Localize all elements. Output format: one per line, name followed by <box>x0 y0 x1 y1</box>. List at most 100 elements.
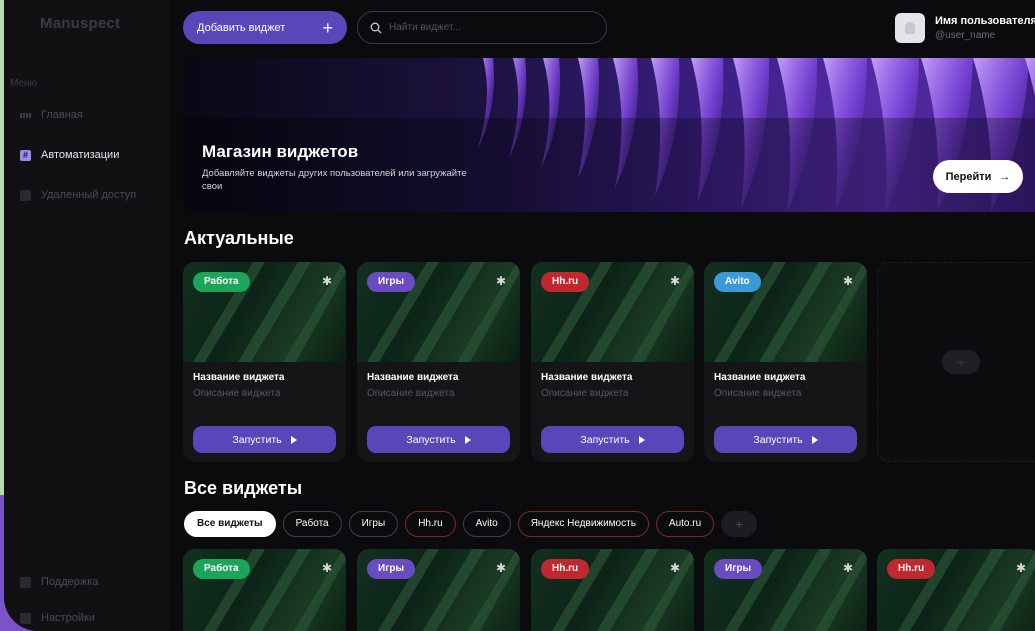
filter-chip-auto[interactable]: Auto.ru <box>655 511 715 537</box>
filter-chip-avito[interactable]: Avito <box>462 511 511 537</box>
avatar <box>895 13 925 43</box>
widget-card: Игры ✱ <box>357 549 520 631</box>
user-handle: @user_name <box>935 30 996 41</box>
add-widget-card[interactable]: + <box>877 262 1035 462</box>
run-button[interactable]: Запустить <box>367 426 510 453</box>
card-image: Работа ✱ <box>183 262 346 362</box>
sidebar-item-remote-access[interactable]: Удаленный доступ <box>20 189 136 201</box>
run-label: Запустить <box>232 433 282 446</box>
sidebar-item-label: Главная <box>41 109 83 121</box>
card-image: Игры ✱ <box>357 262 520 362</box>
category-tag[interactable]: Работа <box>193 272 250 292</box>
gear-icon[interactable]: ✱ <box>1016 562 1026 574</box>
settings-icon <box>20 612 31 624</box>
card-image: Hh.ru ✱ <box>531 262 694 362</box>
go-to-store-button[interactable]: Перейти → <box>933 160 1023 193</box>
app-window: Manuspect Меню Главная # Автоматизации У… <box>4 0 1035 631</box>
widget-description: Описание виджета <box>193 388 281 399</box>
play-icon <box>464 435 471 444</box>
category-tag[interactable]: Hh.ru <box>541 272 590 292</box>
run-button[interactable]: Запустить <box>541 426 684 453</box>
widget-card: Игры ✱ <box>704 549 867 631</box>
play-icon <box>811 435 818 444</box>
gear-icon[interactable]: ✱ <box>322 275 332 287</box>
search-input[interactable] <box>389 22 589 33</box>
sidebar-item-settings[interactable]: Настройки <box>20 612 95 624</box>
search-bar[interactable] <box>357 11 607 44</box>
widget-description: Описание виджета <box>541 388 629 399</box>
add-widget-label: Добавить виджет <box>197 21 286 34</box>
sidebar-item-support[interactable]: Поддержка <box>20 576 98 588</box>
play-icon <box>290 435 297 444</box>
filter-chip-games[interactable]: Игры <box>348 511 399 537</box>
sidebar-item-label: Удаленный доступ <box>41 189 137 201</box>
widget-name: Название виджета <box>714 372 806 383</box>
remote-icon <box>20 189 31 201</box>
category-tag[interactable]: Hh.ru <box>887 559 936 579</box>
gear-icon[interactable]: ✱ <box>322 562 332 574</box>
play-icon <box>638 435 645 444</box>
widget-card: Hh.ru ✱ <box>877 549 1035 631</box>
sidebar-item-automations[interactable]: # Автоматизации <box>20 149 119 161</box>
section-title-actual: Актуальные <box>184 228 294 248</box>
filter-chip-yandex-realty[interactable]: Яндекс Недвижимость <box>517 511 649 537</box>
add-filter-button[interactable]: + <box>721 511 758 537</box>
app-logo: Manuspect <box>40 15 121 32</box>
arrow-right-icon: → <box>999 170 1011 183</box>
sidebar-item-label: Настройки <box>41 612 95 624</box>
gear-icon[interactable]: ✱ <box>670 562 680 574</box>
banner-description: Добавляйте виджеты других пользователей … <box>202 168 467 192</box>
gear-icon[interactable]: ✱ <box>843 562 853 574</box>
widget-card: Работа ✱ <box>183 549 346 631</box>
category-tag[interactable]: Игры <box>367 559 416 579</box>
widget-card: Avito ✱ Название виджета Описание виджет… <box>704 262 867 462</box>
go-button-label: Перейти <box>945 170 992 183</box>
run-label: Запустить <box>406 433 456 446</box>
user-name: Имя пользователя <box>935 15 1035 27</box>
card-image: Игры ✱ <box>357 549 520 631</box>
widget-card: Hh.ru ✱ Название виджета Описание виджет… <box>531 262 694 462</box>
filter-chip-work[interactable]: Работа <box>282 511 342 537</box>
filter-chip-all[interactable]: Все виджеты <box>184 511 276 537</box>
widget-card: Игры ✱ Название виджета Описание виджета… <box>357 262 520 462</box>
widget-store-banner: Магазин виджетов Добавляйте виджеты друг… <box>183 58 1035 212</box>
grid-icon <box>20 110 31 121</box>
card-image: Игры ✱ <box>704 549 867 631</box>
card-image: Hh.ru ✱ <box>877 549 1035 631</box>
gear-icon[interactable]: ✱ <box>843 275 853 287</box>
plus-icon: + <box>322 17 333 38</box>
widget-card: Работа ✱ Название виджета Описание видже… <box>183 262 346 462</box>
filter-chip-hh[interactable]: Hh.ru <box>405 511 456 537</box>
widget-card: Hh.ru ✱ <box>531 549 694 631</box>
widget-name: Название виджета <box>541 372 633 383</box>
banner-title: Магазин виджетов <box>202 142 359 161</box>
category-tag[interactable]: Hh.ru <box>541 559 590 579</box>
gear-icon[interactable]: ✱ <box>496 562 506 574</box>
category-tag[interactable]: Работа <box>193 559 250 579</box>
filter-chips: Все виджеты Работа Игры Hh.ru Avito Янде… <box>184 511 758 537</box>
add-widget-button[interactable]: Добавить виджет + <box>183 11 347 44</box>
card-image: Работа ✱ <box>183 549 346 631</box>
support-icon <box>20 576 31 588</box>
section-title-all: Все виджеты <box>184 478 303 498</box>
run-label: Запустить <box>580 433 630 446</box>
category-tag[interactable]: Игры <box>714 559 763 579</box>
user-profile[interactable]: Имя пользователя @user_name <box>895 13 1035 43</box>
sidebar: Manuspect Меню Главная # Автоматизации У… <box>4 0 170 631</box>
widget-name: Название виджета <box>367 372 459 383</box>
sidebar-item-label: Автоматизации <box>41 149 120 161</box>
run-label: Запустить <box>753 433 803 446</box>
category-tag[interactable]: Avito <box>714 272 761 292</box>
gear-icon[interactable]: ✱ <box>496 275 506 287</box>
sidebar-item-label: Поддержка <box>41 576 99 588</box>
widget-description: Описание виджета <box>367 388 455 399</box>
run-button[interactable]: Запустить <box>193 426 336 453</box>
search-icon <box>370 22 382 33</box>
widget-name: Название виджета <box>193 372 285 383</box>
category-tag[interactable]: Игры <box>367 272 416 292</box>
gear-icon[interactable]: ✱ <box>670 275 680 287</box>
menu-title: Меню <box>10 78 38 89</box>
run-button[interactable]: Запустить <box>714 426 857 453</box>
sidebar-item-home[interactable]: Главная <box>20 109 83 121</box>
card-image: Hh.ru ✱ <box>531 549 694 631</box>
